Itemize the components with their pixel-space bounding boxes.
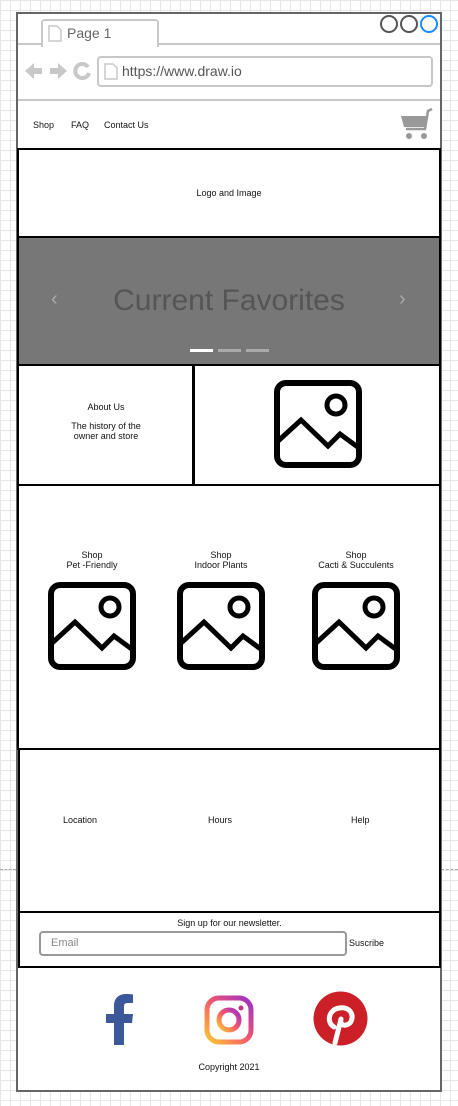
page-icon [104, 63, 118, 80]
cart-icon[interactable] [399, 107, 433, 141]
refresh-icon [73, 62, 91, 81]
window-button [380, 15, 398, 33]
footer-help[interactable]: Help [351, 815, 370, 825]
forward-arrow-icon [50, 63, 67, 79]
carousel-dot[interactable] [246, 349, 269, 352]
shop-category: Cacti & Succulents [318, 560, 394, 570]
nav-controls [25, 62, 91, 81]
nav-shop[interactable]: Shop [33, 120, 54, 130]
image-placeholder-icon[interactable] [177, 582, 265, 670]
toolbar-divider [18, 99, 440, 101]
about-title: About Us [87, 402, 125, 412]
image-placeholder-icon[interactable] [48, 582, 136, 670]
logo-text: Logo and Image [196, 188, 262, 198]
shop-label: Shop [210, 550, 232, 560]
url-text: https://www.draw.io [122, 63, 242, 79]
window-button [420, 15, 438, 33]
about-text-1: The history of the [71, 421, 141, 431]
carousel-dot[interactable] [218, 349, 241, 352]
shop-indoor-plants[interactable]: Shop Indoor Plants [171, 550, 271, 570]
window-button [400, 15, 418, 33]
footer-links-section [18, 748, 441, 913]
email-input[interactable]: Email [39, 931, 347, 956]
address-bar[interactable]: https://www.draw.io [97, 56, 433, 87]
carousel: Current Favorites ‹ › [17, 236, 441, 366]
carousel-prev-icon[interactable]: ‹ [51, 288, 58, 311]
back-arrow-icon [25, 63, 42, 79]
guide-line [441, 869, 458, 870]
shop-pet-friendly[interactable]: Shop Pet -Friendly [46, 550, 138, 570]
shop-label: Shop [345, 550, 367, 560]
tab-title: Page 1 [67, 25, 112, 41]
shop-cacti[interactable]: Shop Cacti & Succulents [296, 550, 416, 570]
guide-line [0, 869, 16, 870]
newsletter-text: Sign up for our newsletter. [177, 918, 282, 928]
newsletter-section: Sign up for our newsletter. Email Suscri… [18, 911, 441, 968]
about-text-2: owner and store [73, 431, 139, 441]
nav-faq[interactable]: FAQ [71, 120, 89, 130]
carousel-dot-active[interactable] [190, 349, 213, 352]
browser-tab[interactable]: Page 1 [41, 19, 159, 47]
image-placeholder-icon [274, 380, 362, 468]
window-controls [380, 15, 440, 37]
copyright: Copyright 2021 [198, 1062, 260, 1072]
nav-contact[interactable]: Contact Us [104, 120, 149, 130]
facebook-icon[interactable] [104, 993, 136, 1045]
shop-category: Indoor Plants [194, 560, 248, 570]
carousel-title: Current Favorites [113, 284, 345, 317]
subscribe-button[interactable]: Suscribe [349, 938, 384, 948]
instagram-icon[interactable] [204, 995, 254, 1045]
pinterest-icon[interactable] [313, 991, 368, 1046]
image-placeholder-icon[interactable] [312, 582, 400, 670]
carousel-next-icon[interactable]: › [399, 288, 406, 311]
about-section: About Us The history of the owner and st… [17, 364, 195, 486]
footer-hours[interactable]: Hours [208, 815, 232, 825]
shop-category: Pet -Friendly [66, 560, 118, 570]
footer-location[interactable]: Location [63, 815, 97, 825]
about-image-box [192, 364, 441, 486]
page-icon [48, 25, 62, 42]
shop-label: Shop [81, 550, 103, 560]
logo-section: Logo and Image [17, 148, 441, 238]
